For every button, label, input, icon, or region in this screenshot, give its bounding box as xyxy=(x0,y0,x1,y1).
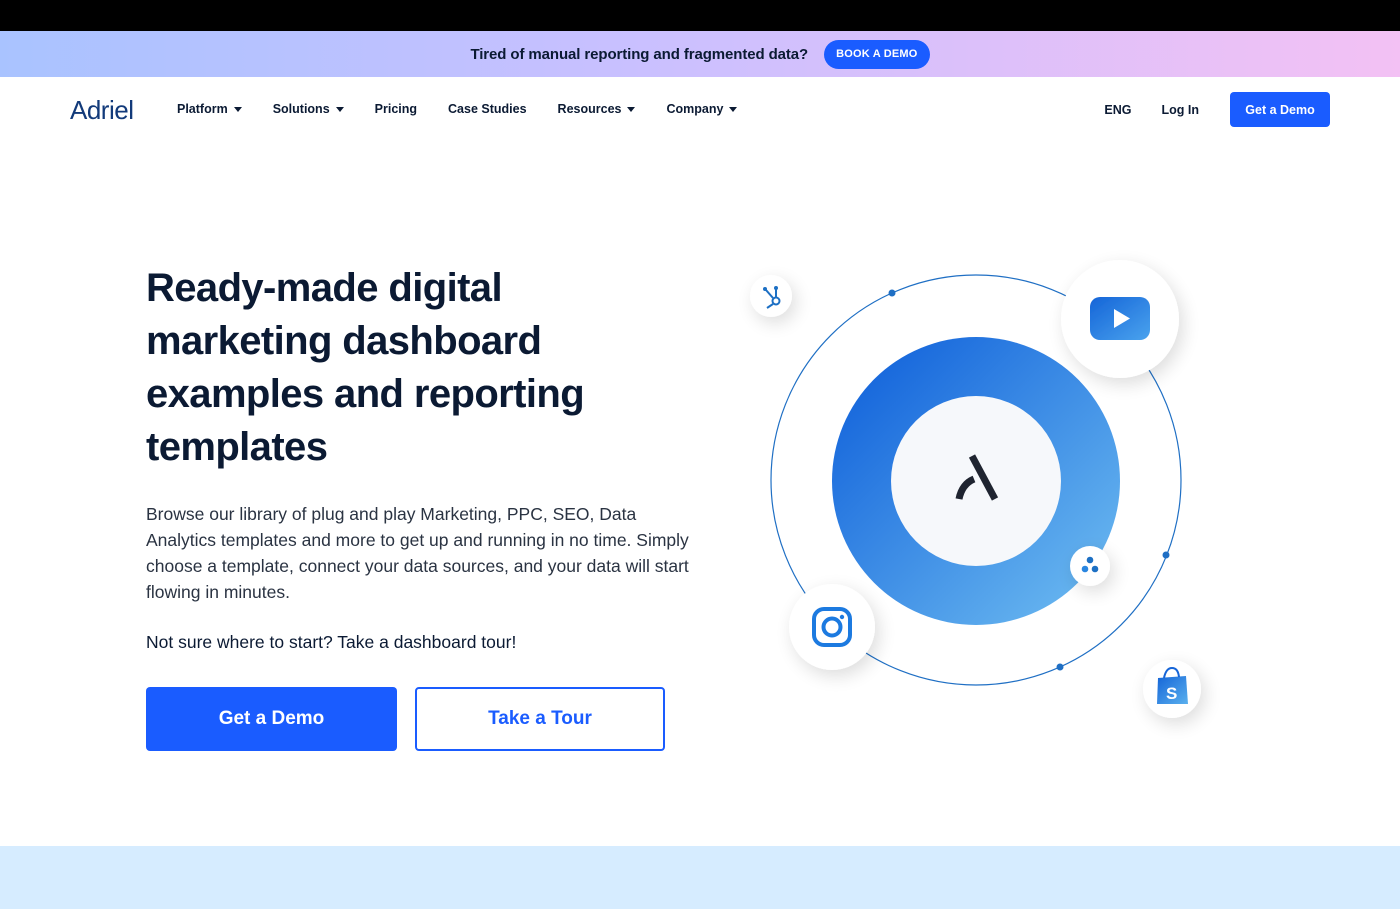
looker-icon xyxy=(1070,546,1110,586)
hero-description: Browse our library of plug and play Mark… xyxy=(146,504,689,602)
nav-item-resources[interactable]: Resources xyxy=(558,102,636,116)
adriel-logo[interactable]: Adriel xyxy=(70,95,134,126)
hero-title: Ready-made digital marketing dashboard e… xyxy=(146,266,585,469)
nav-item-label: Pricing xyxy=(374,102,418,116)
chevron-down-icon xyxy=(729,106,738,112)
hubspot-icon xyxy=(750,275,792,317)
book-demo-button[interactable]: BOOK A DEMO xyxy=(824,39,930,69)
main-nav: Adriel Platform Solutions Pricing Case S… xyxy=(0,77,1400,141)
central-core xyxy=(891,396,1061,566)
nav-right: ENG Log In Get a Demo xyxy=(1104,92,1330,127)
hero-cta-text: Not sure where to start? Take a dashboar… xyxy=(146,632,517,652)
integrations-diagram: S xyxy=(750,260,1201,718)
login-link[interactable]: Log In xyxy=(1162,103,1200,117)
chevron-down-icon xyxy=(335,106,344,112)
chevron-down-icon xyxy=(233,106,242,112)
nav-get-demo-button[interactable]: Get a Demo xyxy=(1230,92,1330,127)
orbit-dot xyxy=(1162,551,1170,559)
browser-top-bar xyxy=(0,0,1400,31)
nav-menu: Platform Solutions Pricing Case Studies … xyxy=(177,77,768,141)
promo-banner: Tired of manual reporting and fragmented… xyxy=(0,31,1400,77)
language-selector[interactable]: ENG xyxy=(1104,103,1131,117)
svg-text:S: S xyxy=(1166,684,1177,703)
nav-item-label: Company xyxy=(666,102,724,116)
nav-item-label: Case Studies xyxy=(448,102,527,116)
orbit-dot xyxy=(1056,663,1064,671)
nav-item-label: Platform xyxy=(177,102,228,116)
promo-text: Tired of manual reporting and fragmented… xyxy=(470,45,809,63)
nav-item-label: Resources xyxy=(557,102,622,116)
orbit-dot xyxy=(888,289,896,297)
next-section-band xyxy=(0,846,1400,909)
chevron-down-icon xyxy=(627,106,636,112)
shopify-icon: S xyxy=(1143,660,1201,718)
nav-item-case-studies[interactable]: Case Studies xyxy=(448,102,527,116)
nav-item-label: Solutions xyxy=(272,102,330,116)
nav-item-pricing[interactable]: Pricing xyxy=(375,102,417,116)
integrations-illustration: S xyxy=(690,230,1250,770)
nav-item-platform[interactable]: Platform xyxy=(177,102,242,116)
nav-item-solutions[interactable]: Solutions xyxy=(273,102,344,116)
nav-item-company[interactable]: Company xyxy=(666,102,738,116)
take-tour-button[interactable]: Take a Tour xyxy=(415,687,665,751)
youtube-icon xyxy=(1061,260,1179,378)
instagram-icon xyxy=(789,584,875,670)
hero-get-demo-button[interactable]: Get a Demo xyxy=(146,687,397,751)
